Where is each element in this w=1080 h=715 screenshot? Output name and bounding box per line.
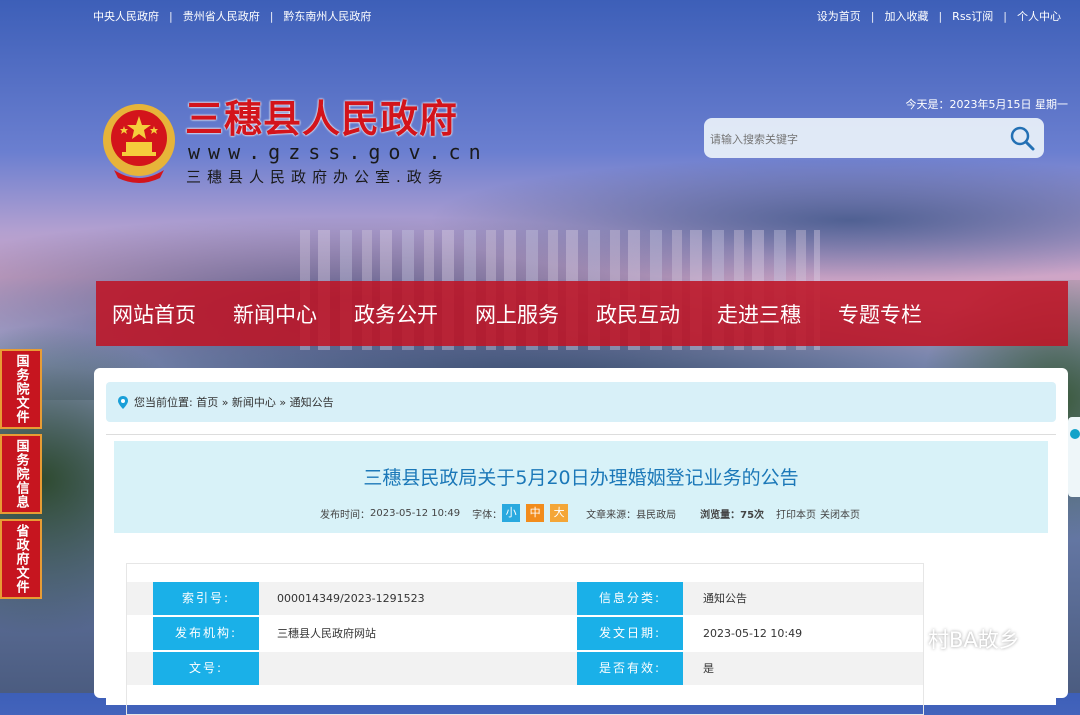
views-count: 75次 xyxy=(740,509,765,521)
close-page-link[interactable]: 关闭本页 xyxy=(820,506,860,521)
nav-gov-affairs[interactable]: 政务公开 xyxy=(354,299,438,329)
label-info-category: 信息分类: xyxy=(577,582,683,615)
font-small-button[interactable]: 小 xyxy=(502,504,521,522)
font-size-label: 字体： xyxy=(472,509,503,521)
nav-about-sansui[interactable]: 走进三穗 xyxy=(717,299,801,329)
table-row: 发布机构: 三穗县人民政府网站 发文日期: 2023-05-12 10:49 xyxy=(127,617,923,650)
link-qdn-gov[interactable]: 黔东南州人民政府 xyxy=(283,8,371,24)
side-tab-label: 国务院文件 xyxy=(13,354,29,424)
table-row: 索引号: 000014349/2023-1291523 信息分类: 通知公告 xyxy=(127,582,923,615)
link-set-homepage[interactable]: 设为首页 xyxy=(817,8,861,24)
watermark-text: 村BA故乡 xyxy=(928,628,1020,652)
side-tab-label: 省政府文件 xyxy=(13,524,29,594)
link-guizhou-gov[interactable]: 贵州省人民政府 xyxy=(183,8,260,24)
side-tab-state-council-info[interactable]: 国务院信息 xyxy=(0,434,42,514)
link-personal-center[interactable]: 个人中心 xyxy=(1017,8,1061,24)
float-tab-icon xyxy=(1070,429,1080,439)
separator: | xyxy=(870,9,875,23)
value-index-number: 000014349/2023-1291523 xyxy=(277,592,425,605)
breadcrumb: 您当前位置: 首页 » 新闻中心 » 通知公告 xyxy=(106,382,1056,422)
value-publisher: 三穗县人民政府网站 xyxy=(277,627,376,640)
top-links-left: 中央人民政府 | 贵州省人民政府 | 黔东南州人民政府 xyxy=(93,8,371,24)
publish-time: 2023-05-12 10:49 xyxy=(370,507,461,519)
side-tab-state-council-docs[interactable]: 国务院文件 xyxy=(0,349,42,429)
views-label: 浏览量： xyxy=(700,509,741,521)
search-input[interactable] xyxy=(708,128,1002,150)
table-row: 文号: 是否有效: 是 xyxy=(127,652,923,685)
top-bar: 中央人民政府 | 贵州省人民政府 | 黔东南州人民政府 设为首页 | 加入收藏 … xyxy=(0,0,1080,30)
label-index-number: 索引号: xyxy=(153,582,259,615)
location-pin-icon xyxy=(118,395,128,409)
watermark: 村BA故乡 xyxy=(878,624,1020,654)
publish-label: 发布时间： xyxy=(320,509,370,521)
search-box xyxy=(704,118,1044,158)
breadcrumb-text: 您当前位置: 首页 » 新闻中心 » 通知公告 xyxy=(134,396,334,409)
side-tab-provincial-docs[interactable]: 省政府文件 xyxy=(0,519,42,599)
link-central-gov[interactable]: 中央人民政府 xyxy=(93,8,159,24)
link-rss[interactable]: Rss订阅 xyxy=(952,8,993,24)
current-date: 今天是：2023年5月15日 星期一 xyxy=(905,98,1069,111)
separator: | xyxy=(269,9,274,23)
value-issue-date: 2023-05-12 10:49 xyxy=(703,627,803,640)
source-value: 县民政局 xyxy=(636,509,677,521)
label-issue-date: 发文日期: xyxy=(577,617,683,650)
separator: | xyxy=(169,9,173,23)
site-url: www.gzss.gov.cn xyxy=(188,140,489,164)
separator: | xyxy=(1003,9,1007,23)
link-add-favorite[interactable]: 加入收藏 xyxy=(884,8,928,24)
top-links-right: 设为首页 | 加入收藏 | Rss订阅 | 个人中心 xyxy=(817,8,1061,24)
label-is-valid: 是否有效: xyxy=(577,652,683,685)
side-tabs: 国务院文件 国务院信息 省政府文件 xyxy=(0,349,42,604)
value-is-valid: 是 xyxy=(703,662,714,675)
article-header: 三穗县民政局关于5月20日办理婚姻登记业务的公告 发布时间： 2023-05-1… xyxy=(114,441,1048,533)
source-label: 文章来源： xyxy=(586,509,637,521)
wechat-icon xyxy=(879,625,920,652)
print-page-link[interactable]: 打印本页 xyxy=(776,506,816,521)
label-doc-number: 文号: xyxy=(153,652,259,685)
right-float-tab[interactable] xyxy=(1068,417,1080,497)
national-emblem-icon xyxy=(103,104,175,183)
article-meta: 发布时间： 2023-05-12 10:49 字体： 小 中 大 文章来源： 县… xyxy=(320,504,864,522)
value-info-category: 通知公告 xyxy=(703,592,747,605)
info-table: 索引号: 000014349/2023-1291523 信息分类: 通知公告 发… xyxy=(126,563,924,715)
font-medium-button[interactable]: 中 xyxy=(526,504,545,522)
nav-news[interactable]: 新闻中心 xyxy=(233,299,317,329)
font-large-button[interactable]: 大 xyxy=(550,504,569,522)
article-title: 三穗县民政局关于5月20日办理婚姻登记业务的公告 xyxy=(363,467,799,489)
site-subtitle: 三穗县人民政府办公室.政务 xyxy=(186,168,449,186)
search-icon[interactable] xyxy=(1008,124,1036,152)
nav-special-topics[interactable]: 专题专栏 xyxy=(838,299,922,329)
nav-online-services[interactable]: 网上服务 xyxy=(475,299,559,329)
site-title: 三穗县人民政府 xyxy=(185,96,459,141)
main-nav: 网站首页 新闻中心 政务公开 网上服务 政民互动 走进三穗 专题专栏 xyxy=(96,281,1068,346)
side-tab-label: 国务院信息 xyxy=(13,439,29,509)
article-container: 三穗县民政局关于5月20日办理婚姻登记业务的公告 发布时间： 2023-05-1… xyxy=(106,434,1056,715)
label-publisher: 发布机构: xyxy=(153,617,259,650)
nav-interaction[interactable]: 政民互动 xyxy=(596,299,680,329)
separator: | xyxy=(938,9,943,23)
nav-home[interactable]: 网站首页 xyxy=(112,299,196,329)
